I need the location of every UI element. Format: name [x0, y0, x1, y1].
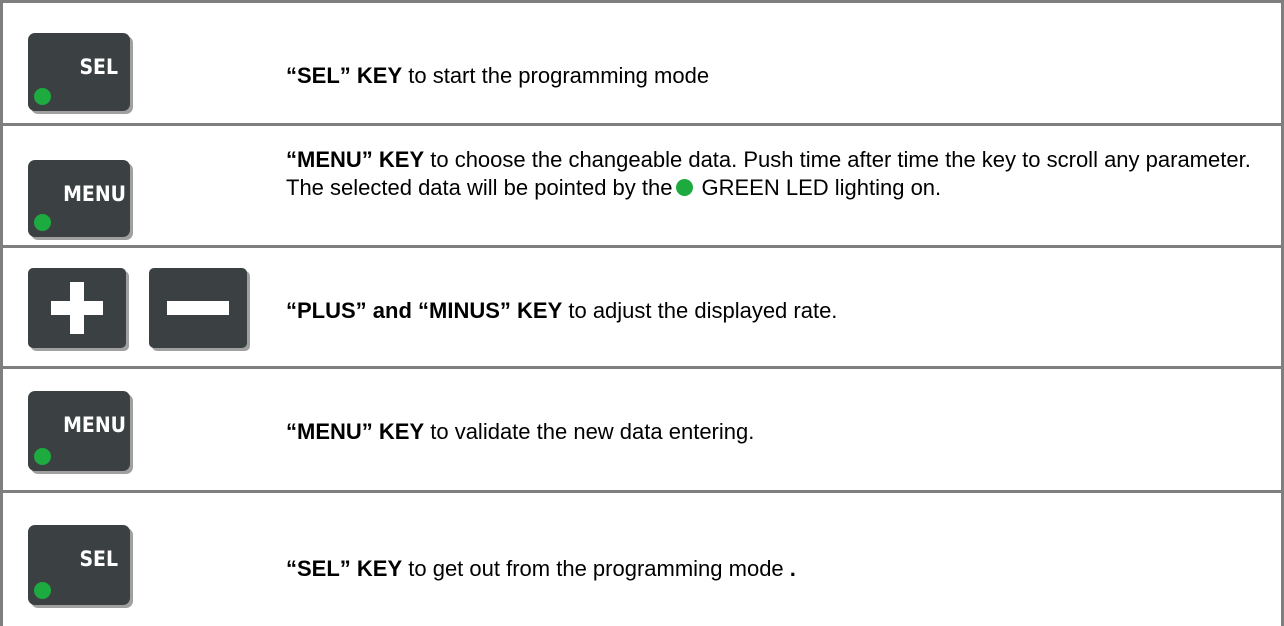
trailing-period: . [789, 556, 796, 581]
sel-key-button[interactable]: SEL [28, 33, 130, 111]
row-description: “SEL” KEY to get out from the programmin… [286, 555, 1251, 583]
menu-key-button[interactable]: MENU [28, 391, 130, 471]
led-icon [676, 179, 694, 196]
table-row: MENU “MENU” KEY to choose the changeable… [3, 126, 1281, 248]
table-row: “PLUS” and “MINUS” KEY to adjust the dis… [3, 248, 1281, 369]
key-name: “SEL” KEY [286, 556, 403, 581]
led-icon [34, 448, 51, 465]
key-name: “MENU” KEY [286, 419, 425, 444]
key-label: MENU [63, 182, 126, 206]
description-text: to start the programming mode [402, 63, 710, 88]
menu-key-button[interactable]: MENU [28, 160, 130, 237]
led-icon [34, 582, 51, 599]
key-name: “SEL” KEY [286, 63, 403, 88]
table-row: MENU “MENU” KEY to validate the new data… [3, 369, 1281, 493]
plus-icon [28, 268, 126, 348]
key-name: “MENU” KEY [286, 147, 425, 172]
description-text: to validate the new data entering. [424, 419, 755, 444]
instruction-table: SEL “SEL” KEY to start the programming m… [0, 0, 1284, 626]
led-icon [34, 88, 51, 105]
description-text-cont: GREEN LED lighting on. [701, 175, 942, 200]
key-label: MENU [63, 413, 126, 437]
row-description: “MENU” KEY to choose the changeable data… [286, 146, 1251, 202]
key-name: “PLUS” and “MINUS” KEY [286, 298, 563, 323]
key-label: SEL [79, 547, 118, 571]
minus-icon [149, 268, 247, 348]
plus-key-button[interactable] [28, 268, 126, 348]
row-description: “PLUS” and “MINUS” KEY to adjust the dis… [286, 297, 1251, 325]
description-text: to adjust the displayed rate. [562, 298, 838, 323]
row-description: “SEL” KEY to start the programming mode [286, 62, 1251, 90]
sel-key-button[interactable]: SEL [28, 525, 130, 605]
row-description: “MENU” KEY to validate the new data ente… [286, 418, 1251, 446]
description-text: to get out from the programming mode [402, 556, 790, 581]
key-label: SEL [79, 55, 118, 79]
minus-key-button[interactable] [149, 268, 247, 348]
led-icon [34, 214, 51, 231]
table-row: SEL “SEL” KEY to get out from the progra… [3, 493, 1281, 626]
table-row: SEL “SEL” KEY to start the programming m… [3, 3, 1281, 126]
